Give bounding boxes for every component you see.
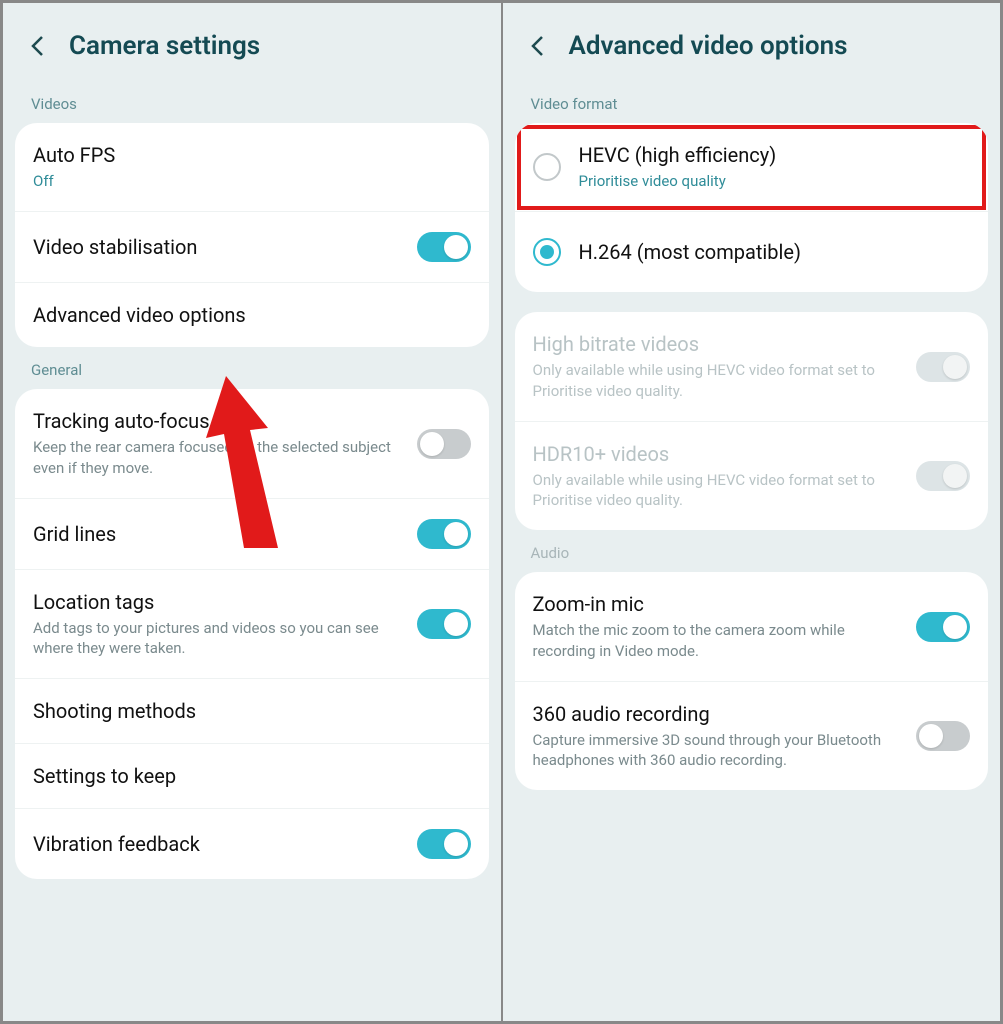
header: Advanced video options bbox=[503, 3, 1001, 81]
toggle-tracking-auto-focus[interactable] bbox=[417, 429, 471, 459]
row-sub: Only available while using HEVC video fo… bbox=[533, 360, 893, 401]
toggle-high-bitrate bbox=[916, 352, 970, 382]
chevron-left-icon bbox=[30, 35, 44, 57]
toggle-video-stabilisation[interactable] bbox=[417, 232, 471, 262]
card-video-format: HEVC (high efficiency) Prioritise video … bbox=[515, 123, 989, 292]
card-general: Tracking auto-focus Keep the rear camera… bbox=[15, 389, 489, 879]
card-videos: Auto FPS Off Video stabilisation Advance… bbox=[15, 123, 489, 347]
row-sub: Capture immersive 3D sound through your … bbox=[533, 730, 893, 771]
row-sub: Match the mic zoom to the camera zoom wh… bbox=[533, 620, 893, 661]
page-title: Advanced video options bbox=[569, 31, 848, 61]
toggle-360-audio[interactable] bbox=[916, 721, 970, 751]
row-sub: Keep the rear camera focused on the sele… bbox=[33, 437, 393, 478]
row-title: Zoom-in mic bbox=[533, 592, 905, 616]
row-title: Location tags bbox=[33, 590, 405, 614]
row-video-stabilisation[interactable]: Video stabilisation bbox=[15, 212, 489, 283]
row-title: Video stabilisation bbox=[33, 235, 405, 259]
row-360-audio[interactable]: 360 audio recording Capture immersive 3D… bbox=[515, 682, 989, 791]
row-advanced-video-options[interactable]: Advanced video options bbox=[15, 283, 489, 347]
row-title: Tracking auto-focus bbox=[33, 409, 405, 433]
section-label-general: General bbox=[3, 347, 501, 389]
row-title: Grid lines bbox=[33, 522, 405, 546]
camera-settings-pane: Camera settings Videos Auto FPS Off Vide… bbox=[0, 0, 502, 1024]
row-title: Advanced video options bbox=[33, 303, 471, 327]
toggle-zoom-in-mic[interactable] bbox=[916, 612, 970, 642]
row-title: Shooting methods bbox=[33, 699, 471, 723]
row-sub: Prioritise video quality bbox=[579, 171, 939, 191]
back-button[interactable] bbox=[525, 34, 549, 58]
row-zoom-in-mic[interactable]: Zoom-in mic Match the mic zoom to the ca… bbox=[515, 572, 989, 682]
section-label-video-format: Video format bbox=[503, 81, 1001, 123]
row-status: Off bbox=[33, 171, 393, 191]
row-title: Settings to keep bbox=[33, 764, 471, 788]
row-title: Vibration feedback bbox=[33, 832, 405, 856]
row-sub: Only available while using HEVC video fo… bbox=[533, 470, 893, 511]
row-title: HDR10+ videos bbox=[533, 442, 905, 466]
row-settings-to-keep[interactable]: Settings to keep bbox=[15, 744, 489, 809]
row-title: Auto FPS bbox=[33, 143, 471, 167]
radio-row-hevc[interactable]: HEVC (high efficiency) Prioritise video … bbox=[515, 123, 989, 212]
radio-h264[interactable] bbox=[533, 238, 561, 266]
row-location-tags[interactable]: Location tags Add tags to your pictures … bbox=[15, 570, 489, 680]
row-hdr10: HDR10+ videos Only available while using… bbox=[515, 422, 989, 531]
row-grid-lines[interactable]: Grid lines bbox=[15, 499, 489, 570]
row-title: H.264 (most compatible) bbox=[579, 240, 971, 264]
chevron-left-icon bbox=[530, 35, 544, 57]
section-label-audio: Audio bbox=[503, 530, 1001, 572]
header: Camera settings bbox=[3, 3, 501, 81]
card-audio: Zoom-in mic Match the mic zoom to the ca… bbox=[515, 572, 989, 790]
radio-row-h264[interactable]: H.264 (most compatible) bbox=[515, 212, 989, 292]
row-shooting-methods[interactable]: Shooting methods bbox=[15, 679, 489, 744]
radio-hevc[interactable] bbox=[533, 153, 561, 181]
row-title: 360 audio recording bbox=[533, 702, 905, 726]
toggle-location-tags[interactable] bbox=[417, 609, 471, 639]
advanced-video-options-pane: Advanced video options Video format HEVC… bbox=[502, 0, 1003, 1024]
row-auto-fps[interactable]: Auto FPS Off bbox=[15, 123, 489, 212]
toggle-hdr10 bbox=[916, 461, 970, 491]
row-sub: Add tags to your pictures and videos so … bbox=[33, 618, 393, 659]
row-tracking-auto-focus[interactable]: Tracking auto-focus Keep the rear camera… bbox=[15, 389, 489, 499]
row-title: HEVC (high efficiency) bbox=[579, 143, 971, 167]
page-title: Camera settings bbox=[69, 31, 260, 61]
toggle-vibration-feedback[interactable] bbox=[417, 829, 471, 859]
section-label-videos: Videos bbox=[3, 81, 501, 123]
back-button[interactable] bbox=[25, 34, 49, 58]
row-vibration-feedback[interactable]: Vibration feedback bbox=[15, 809, 489, 879]
toggle-grid-lines[interactable] bbox=[417, 519, 471, 549]
row-title: High bitrate videos bbox=[533, 332, 905, 356]
row-high-bitrate: High bitrate videos Only available while… bbox=[515, 312, 989, 422]
card-video-extras: High bitrate videos Only available while… bbox=[515, 312, 989, 530]
